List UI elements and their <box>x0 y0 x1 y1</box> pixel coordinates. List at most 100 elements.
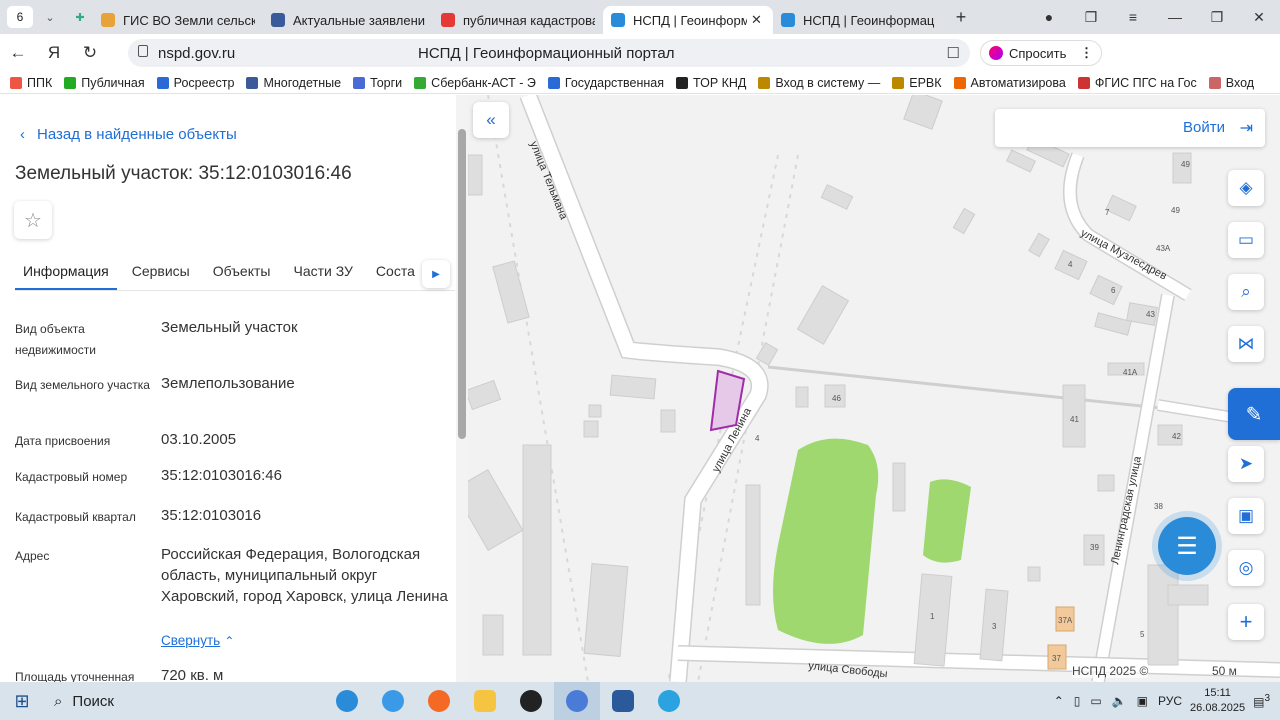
address-bar: ← Я ↻ nspd.gov.ru НСПД | Геоинформационн… <box>0 34 1280 96</box>
internet-explorer-icon[interactable] <box>370 682 416 720</box>
bookmark-item[interactable]: ТОР КНД <box>676 76 746 90</box>
favorite-star-icon[interactable]: ☆ <box>14 201 52 239</box>
bookmark-item[interactable]: ФГИС ПГС на Гос <box>1077 76 1197 90</box>
bookmark-item[interactable]: Автоматизирова <box>953 76 1066 90</box>
close-tab-icon[interactable]: ✕ <box>751 12 765 28</box>
map-canvas[interactable]: улица Тельмана улица Ленина улица Музлес… <box>468 95 1280 682</box>
file-explorer-icon[interactable] <box>462 682 508 720</box>
page-title-in-address: НСПД | Геоинформационный портал <box>418 44 675 62</box>
house-number: 41 <box>1070 415 1079 424</box>
collections-icon[interactable]: ❐ <box>1070 9 1112 26</box>
browser-tab[interactable]: НСПД | Геоинформаци <box>773 6 943 34</box>
tab-counter[interactable]: 6 <box>7 6 33 28</box>
login-button[interactable]: Войти ⇥ <box>995 109 1265 147</box>
edge-icon[interactable] <box>324 682 370 720</box>
bookmark-item[interactable]: Государственная <box>547 76 664 90</box>
yandex-browser-icon[interactable] <box>554 682 600 720</box>
profile-icon[interactable]: ● <box>1028 9 1070 25</box>
bookmark-favicon-icon <box>892 76 905 89</box>
collapse-link[interactable]: Свернуть <box>161 633 220 648</box>
yandex-icon[interactable]: Я <box>36 43 72 63</box>
reload-icon[interactable]: ↻ <box>72 43 108 63</box>
tab-services[interactable]: Сервисы <box>124 257 198 290</box>
house-number: 43А <box>1156 244 1171 253</box>
bookmark-item[interactable]: Многодетные <box>246 76 341 90</box>
object-info-panel: ‹ Назад в найденные объекты Земельный уча… <box>0 95 468 682</box>
layers-icon[interactable]: ◈ <box>1228 170 1264 206</box>
house-number: 7 <box>1105 208 1110 217</box>
notifications-icon[interactable]: ▤3 <box>1253 693 1270 709</box>
more-icon[interactable]: ⋮ <box>1080 45 1093 61</box>
locate-icon[interactable]: ◎ <box>1228 550 1264 586</box>
browser-tab[interactable]: ГИС ВО Земли сельск <box>93 6 263 34</box>
house-number: 46 <box>832 394 841 403</box>
scrollbar-thumb[interactable] <box>458 129 466 439</box>
nspd-assistant-icon[interactable]: ✎ <box>1228 388 1280 440</box>
back-icon[interactable]: ← <box>0 43 36 63</box>
share-icon[interactable]: ⋈ <box>1228 326 1264 362</box>
ask-button[interactable]: Спросить ⋮ <box>980 40 1102 66</box>
tab-list-chevron-icon[interactable]: ⌄ <box>37 6 63 28</box>
system-tray: ⌃ ▯ ▭ 🔈 ▣ РУС 15:11 26.08.2025 ▤3 <box>1054 682 1280 720</box>
browser-tab[interactable]: публичная кадастрова <box>433 6 603 34</box>
url-host: nspd.gov.ru <box>158 44 236 62</box>
panel-scrollbar[interactable] <box>456 95 468 682</box>
map-view[interactable]: улица Тельмана улица Ленина улица Музлес… <box>468 95 1280 682</box>
tab-composition[interactable]: Соста <box>368 257 423 290</box>
tab-objects[interactable]: Объекты <box>205 257 279 290</box>
app-tray-icon[interactable]: ▣ <box>1137 694 1148 708</box>
minimize-icon[interactable]: — <box>1154 9 1196 25</box>
chevron-up-icon[interactable]: ⌃ <box>224 634 234 648</box>
bookmark-item[interactable]: ЕРВК <box>892 76 942 90</box>
picture-in-picture-icon[interactable]: ▣ <box>1228 498 1264 534</box>
menu-icon[interactable]: ≡ <box>1112 9 1154 25</box>
collapse-panel-icon[interactable]: « <box>473 102 509 138</box>
browser-tab-active[interactable]: НСПД | Геоинформа ✕ <box>603 6 773 34</box>
app-icon[interactable] <box>508 682 554 720</box>
firefox-icon[interactable] <box>416 682 462 720</box>
bookmark-favicon-icon <box>547 76 560 89</box>
clock[interactable]: 15:11 26.08.2025 <box>1190 686 1245 716</box>
network-icon[interactable]: ▭ <box>1090 694 1101 708</box>
tab-parts[interactable]: Части ЗУ <box>285 257 360 290</box>
bookmark-item[interactable]: Росреестр <box>156 76 234 90</box>
back-to-results-link[interactable]: ‹ Назад в найденные объекты <box>20 126 237 143</box>
search-area-icon[interactable]: ⌕ <box>1228 274 1264 310</box>
bookmark-favicon-icon <box>676 76 689 89</box>
taskbar-search[interactable]: ⌕ Поиск <box>44 682 324 720</box>
house-number: 3 <box>992 622 997 631</box>
close-window-icon[interactable]: ✕ <box>1238 9 1280 26</box>
windows-start-icon[interactable]: ⊞ <box>0 691 44 712</box>
bookmark-item[interactable]: Вход в систему — <box>758 76 880 90</box>
info-tabs: Информация Сервисы Объекты Части ЗУ Сост… <box>15 257 455 291</box>
bookmark-item[interactable]: Сбербанк-АСТ - Э <box>414 76 536 90</box>
telegram-icon[interactable] <box>646 682 692 720</box>
language-indicator[interactable]: РУС <box>1158 694 1182 708</box>
tab-information[interactable]: Информация <box>15 257 117 290</box>
bookmark-icon[interactable]: ☐ <box>947 44 960 62</box>
bookmark-favicon-icon <box>1077 76 1090 89</box>
map-attribution: НСПД 2025 © <box>1072 664 1149 678</box>
house-number: 38 <box>1154 502 1163 511</box>
ruler-icon[interactable]: ▭ <box>1228 222 1264 258</box>
bookmark-favicon-icon <box>1208 76 1221 89</box>
tray-chevron-icon[interactable]: ⌃ <box>1054 694 1064 708</box>
bookmark-item[interactable]: Торги <box>353 76 402 90</box>
url-field[interactable]: nspd.gov.ru НСПД | Геоинформационный пор… <box>128 39 970 67</box>
bookmark-item[interactable]: Вход <box>1208 76 1254 90</box>
chat-icon[interactable]: ☰ <box>1158 517 1216 575</box>
navigate-icon[interactable]: ➤ <box>1228 446 1264 482</box>
volume-icon[interactable]: 🔈 <box>1112 694 1127 708</box>
chevron-left-icon: ‹ <box>20 126 25 143</box>
battery-icon[interactable]: ▯ <box>1074 694 1081 708</box>
window-controls: ● ❐ ≡ — ❐ ✕ <box>1028 0 1280 34</box>
tabs-scroll-right-icon[interactable]: ▶ <box>422 260 450 288</box>
bookmark-item[interactable]: Публичная <box>64 76 145 90</box>
extensions-icon[interactable]: ✚ <box>67 6 93 28</box>
zoom-in-icon[interactable]: + <box>1228 604 1264 640</box>
bookmark-item[interactable]: ППК <box>10 76 52 90</box>
browser-tab[interactable]: Актуальные заявлени <box>263 6 433 34</box>
app-icon[interactable] <box>600 682 646 720</box>
new-tab-button[interactable]: + <box>947 3 975 31</box>
restore-icon[interactable]: ❐ <box>1196 9 1238 26</box>
